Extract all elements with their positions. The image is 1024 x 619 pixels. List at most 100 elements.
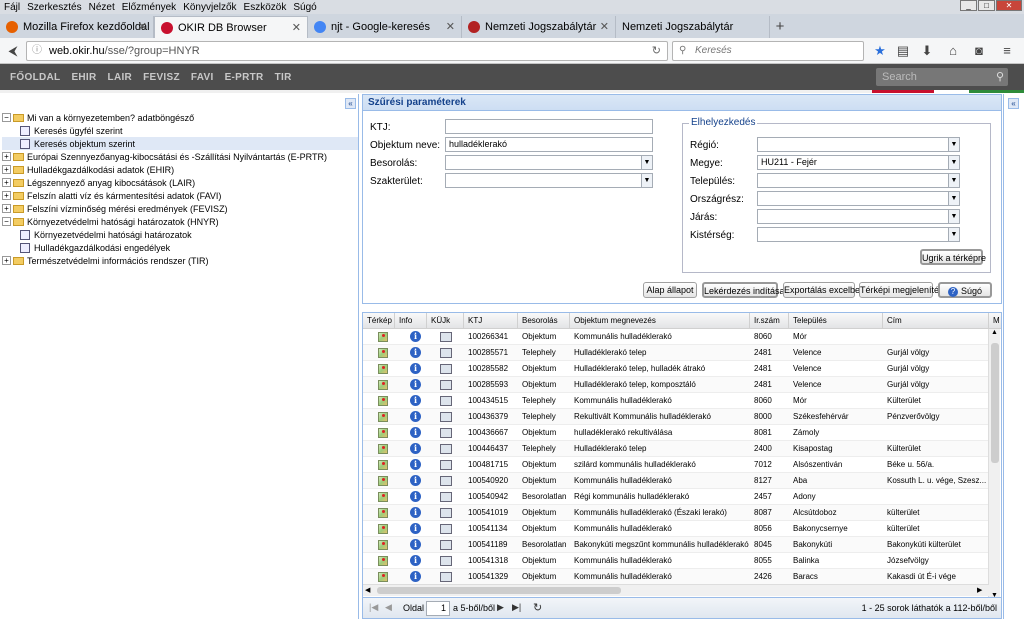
close-tab-icon[interactable]: ✕	[446, 20, 455, 33]
expand-node-icon[interactable]: +	[2, 204, 11, 213]
info-icon[interactable]: i	[410, 571, 421, 582]
besorolas-select[interactable]: ▼	[445, 155, 653, 170]
info-icon[interactable]: i	[410, 395, 421, 406]
close-tab-icon[interactable]: ✕	[600, 20, 609, 33]
page-number-input[interactable]: 1	[426, 601, 450, 616]
expand-node-icon[interactable]: +	[2, 178, 11, 187]
browser-search-input[interactable]: ⚲ Keresés	[672, 41, 864, 61]
map-icon[interactable]	[378, 540, 388, 550]
map-jump-button[interactable]: Ugrik a térképre	[920, 249, 986, 265]
table-row[interactable]: i 100285582 Objektum Hulladéklerakó telep, …	[363, 361, 989, 377]
orszagresz-select[interactable]: ▼	[757, 191, 960, 206]
home-icon[interactable]: ⌂	[944, 42, 962, 60]
next-page-icon[interactable]: ▶	[497, 602, 504, 613]
first-page-icon[interactable]: |◀	[369, 602, 378, 613]
info-icon[interactable]: i	[410, 363, 421, 374]
info-icon[interactable]: i	[410, 379, 421, 390]
browser-tab[interactable]: OKIR DB Browser ✕	[154, 16, 308, 38]
reset-button[interactable]: Alap állapot	[643, 282, 697, 298]
refresh-icon[interactable]: ↻	[533, 601, 542, 614]
table-row[interactable]: i 100266341 Objektum Kommunális hulladékler…	[363, 329, 989, 345]
ktj-input[interactable]	[445, 119, 653, 134]
kuj-icon[interactable]	[440, 476, 452, 486]
kuj-icon[interactable]	[440, 508, 452, 518]
collapse-node-icon[interactable]: −	[2, 217, 11, 226]
info-icon[interactable]: i	[410, 475, 421, 486]
kuj-icon[interactable]	[440, 332, 452, 342]
column-header[interactable]: KÜJk	[427, 313, 464, 329]
table-row[interactable]: i 100436667 Objektum hulladéklerakó rekulti…	[363, 425, 989, 441]
kuj-icon[interactable]	[440, 364, 452, 374]
szakterulet-select[interactable]: ▼	[445, 173, 653, 188]
site-nav-link[interactable]: FEVISZ	[143, 72, 180, 83]
table-row[interactable]: i 100540942 Besorolatlan Régi kommunális hu…	[363, 489, 989, 505]
map-icon[interactable]	[378, 492, 388, 502]
tree-node[interactable]: + Természetvédelmi információs rendszer (…	[2, 254, 358, 267]
map-icon[interactable]	[378, 364, 388, 374]
column-header[interactable]: Info	[395, 313, 427, 329]
column-header[interactable]: KTJ	[464, 313, 518, 329]
back-icon[interactable]: ⮜	[4, 42, 22, 60]
kisterseg-select[interactable]: ▼	[757, 227, 960, 242]
column-header[interactable]: Térkép	[363, 313, 395, 329]
tree-node[interactable]: + Légszennyező anyag kibocsátások (LAIR)	[2, 176, 358, 189]
menu-item[interactable]: Előzmények	[122, 2, 176, 13]
close-tab-icon[interactable]: ✕	[138, 20, 147, 33]
column-header[interactable]: Cím	[883, 313, 989, 329]
scrollbar-thumb[interactable]	[991, 343, 999, 463]
table-row[interactable]: i 100541329 Objektum Kommunális hulladékler…	[363, 569, 989, 585]
browser-tab[interactable]: Nemzeti Jogszabálytár ✕	[462, 16, 616, 38]
browser-tab[interactable]: Nemzeti Jogszabálytár	[616, 16, 770, 38]
map-icon[interactable]	[378, 508, 388, 518]
column-header[interactable]: Besorolás	[518, 313, 570, 329]
info-icon[interactable]: i	[410, 539, 421, 550]
info-icon[interactable]: i	[410, 507, 421, 518]
expand-node-icon[interactable]: +	[2, 165, 11, 174]
map-icon[interactable]	[378, 476, 388, 486]
tree-node[interactable]: Környezetvédelmi hatósági határozatok	[2, 228, 358, 241]
info-icon[interactable]: i	[410, 347, 421, 358]
scroll-left-icon[interactable]: ◀	[365, 586, 370, 594]
chevron-down-icon[interactable]: ▼	[641, 156, 652, 169]
url-bar[interactable]: ⓘ web.okir.hu/sse/?group=HNYR ↻	[26, 41, 668, 61]
map-icon[interactable]	[378, 460, 388, 470]
new-tab-button[interactable]: +	[770, 16, 790, 38]
prev-page-icon[interactable]: ◀	[385, 602, 392, 613]
kuj-icon[interactable]	[440, 524, 452, 534]
site-nav-link[interactable]: LAIR	[108, 72, 133, 83]
browser-tab[interactable]: njt - Google-keresés ✕	[308, 16, 462, 38]
expand-right-panel-button[interactable]: «	[1008, 98, 1019, 109]
collapse-left-panel-button[interactable]: «	[345, 98, 356, 109]
map-icon[interactable]	[378, 412, 388, 422]
pocket-icon[interactable]: ◙	[970, 42, 988, 60]
column-header[interactable]: Település	[789, 313, 883, 329]
telepules-select[interactable]: ▼	[757, 173, 960, 188]
tree-node[interactable]: Keresés objektum szerint	[2, 137, 358, 150]
horizontal-scrollbar[interactable]: ◀ ▶	[363, 584, 989, 596]
menu-item[interactable]: Szerkesztés	[27, 2, 81, 13]
info-icon[interactable]: i	[410, 331, 421, 342]
map-icon[interactable]	[378, 348, 388, 358]
download-icon[interactable]: ⬇	[918, 42, 936, 60]
h-scrollbar-thumb[interactable]	[377, 587, 621, 594]
jaras-select[interactable]: ▼	[757, 209, 960, 224]
info-icon[interactable]: i	[410, 459, 421, 470]
tree-node[interactable]: + Felszíni vízminőség mérési eredmények (…	[2, 202, 358, 215]
table-row[interactable]: i 100436379 Telephely Rekultivált Kommunáli…	[363, 409, 989, 425]
map-icon[interactable]	[378, 444, 388, 454]
tree-node[interactable]: Keresés ügyfél szerint	[2, 124, 358, 137]
site-nav-link[interactable]: FŐOLDAL	[10, 72, 60, 83]
chevron-down-icon[interactable]: ▼	[948, 192, 959, 205]
chevron-down-icon[interactable]: ▼	[948, 156, 959, 169]
table-row[interactable]: i 100540920 Objektum Kommunális hulladékler…	[363, 473, 989, 489]
tree-node[interactable]: Hulladékgazdálkodási engedélyek	[2, 241, 358, 254]
tree-node[interactable]: + Hulladékgazdálkodási adatok (EHIR)	[2, 163, 358, 176]
tree-node[interactable]: − Környezetvédelmi hatósági határozatok (…	[2, 215, 358, 228]
table-row[interactable]: i 100434515 Telephely Kommunális hulladékle…	[363, 393, 989, 409]
menu-item[interactable]: Fájl	[4, 2, 20, 13]
close-window-button[interactable]: ✕	[996, 0, 1022, 11]
table-row[interactable]: i 100541019 Objektum Kommunális hulladékler…	[363, 505, 989, 521]
table-row[interactable]: i 100285593 Objektum Hulladéklerakó telep, …	[363, 377, 989, 393]
map-icon[interactable]	[378, 428, 388, 438]
menu-item[interactable]: Súgó	[293, 2, 316, 13]
